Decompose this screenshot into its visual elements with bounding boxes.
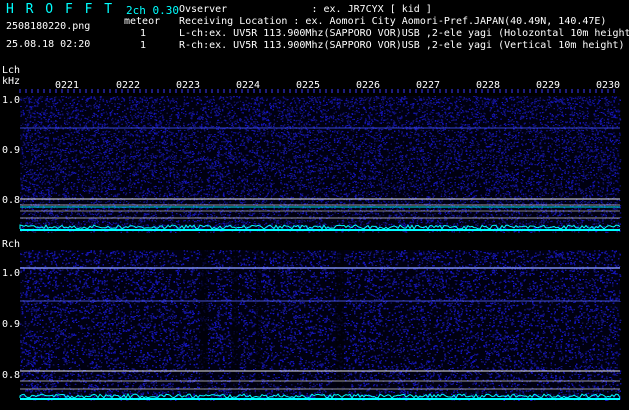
time-label: 0223: [176, 81, 200, 91]
rch-freq-label: 0.8: [2, 371, 20, 381]
location-line: Receiving Location : ex. Aomori City Aom…: [179, 17, 606, 27]
time-label: 0226: [356, 81, 380, 91]
time-label: 0228: [476, 81, 500, 91]
mode-label: meteor: [124, 17, 160, 27]
lch-spectrogram: [20, 96, 621, 233]
lch-unit: kHz: [2, 77, 20, 87]
rch-count: 1: [140, 41, 146, 51]
file-name: 2508180220.png: [6, 22, 90, 32]
lch-label: Lch: [2, 66, 20, 76]
rch-info-line: R-ch:ex. UV5R 113.900Mhz(SAPPORO VOR)USB…: [179, 41, 625, 51]
observer-line: Ovserver : ex. JR7CYX [ kid ]: [179, 5, 432, 15]
time-label: 0222: [116, 81, 140, 91]
time-label: 0230: [596, 81, 620, 91]
rch-label: Rch: [2, 240, 20, 250]
rch-spectrogram: [20, 250, 621, 401]
time-label: 0221: [55, 81, 79, 91]
date-time: 25.08.18 02:20: [6, 40, 90, 50]
lch-freq-label: 1.0: [2, 96, 20, 106]
time-label: 0225: [296, 81, 320, 91]
spectrogram-canvas: [0, 0, 629, 410]
time-label: 0224: [236, 81, 260, 91]
channel-version: 2ch 0.30: [126, 5, 179, 16]
rch-freq-label: 1.0: [2, 269, 20, 279]
lch-info-line: L-ch:ex. UV5R 113.900Mhz(SAPPORO VOR)USB…: [179, 29, 629, 39]
lch-freq-label: 0.9: [2, 146, 20, 156]
brand-title: H R O F F T: [6, 3, 114, 16]
lch-count: 1: [140, 29, 146, 39]
lch-freq-label: 0.8: [2, 196, 20, 206]
time-label: 0229: [536, 81, 560, 91]
rch-freq-label: 0.9: [2, 320, 20, 330]
time-label: 0227: [416, 81, 440, 91]
